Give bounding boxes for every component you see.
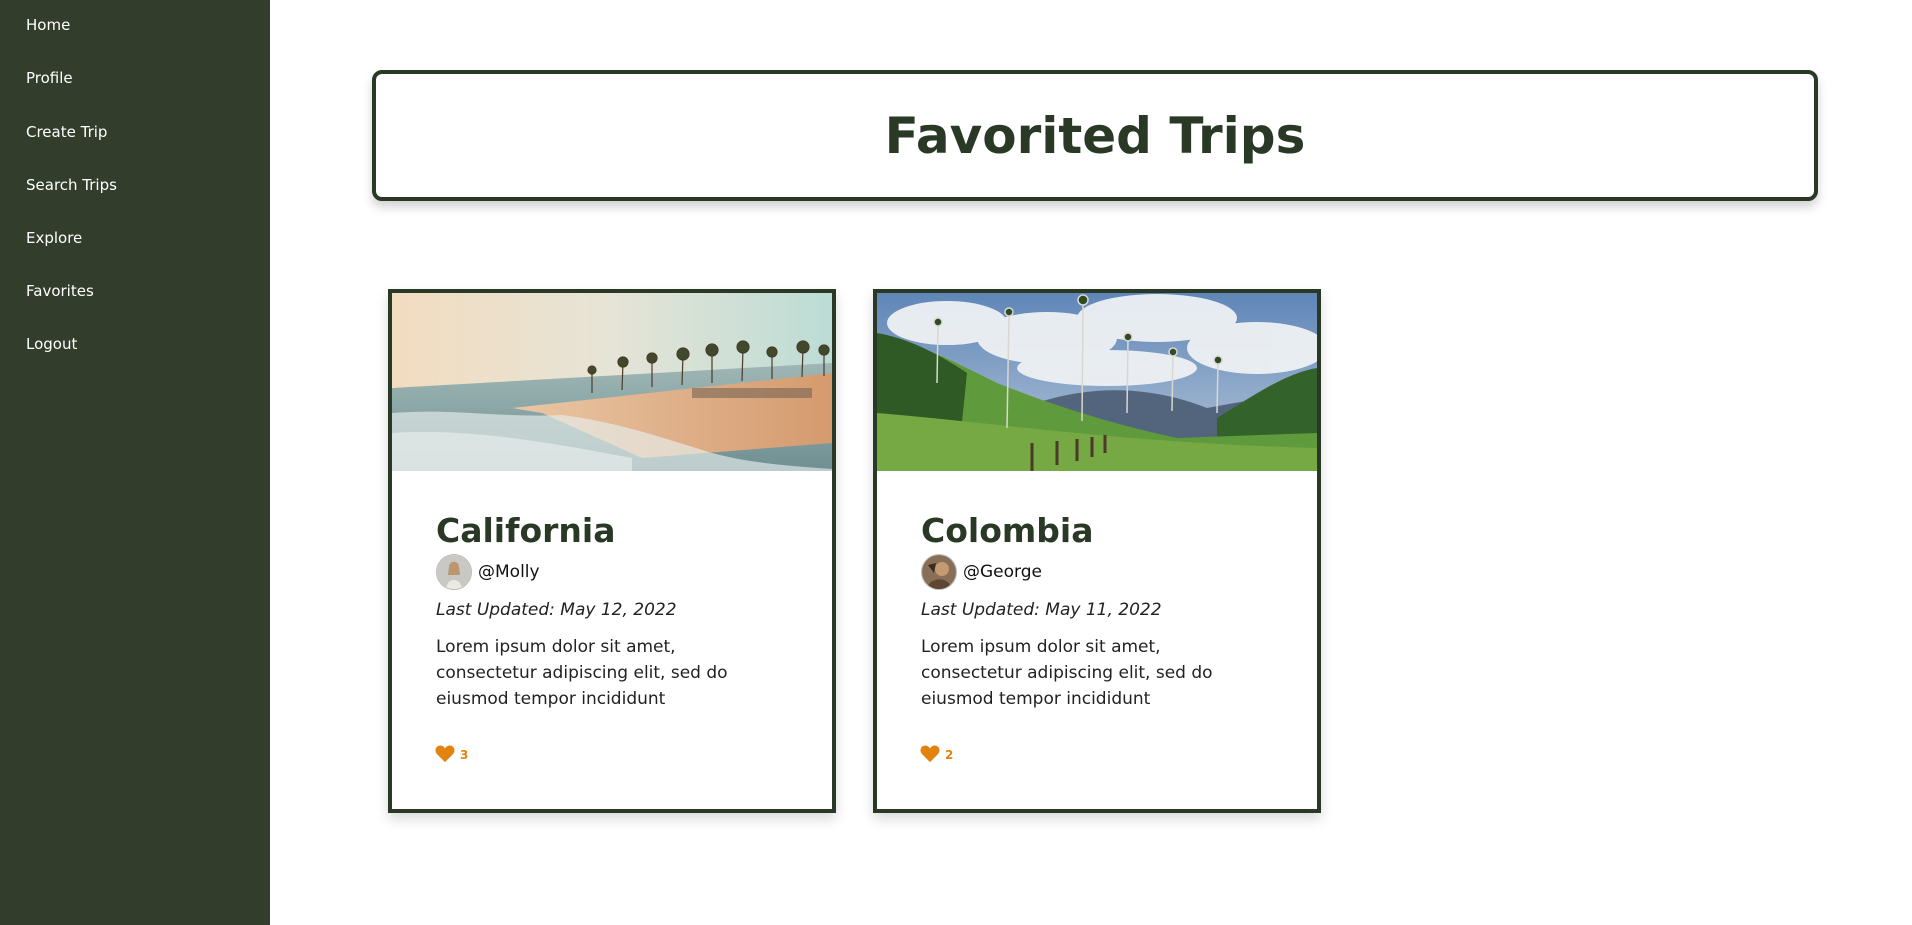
like-count: 3 (460, 748, 469, 762)
like-count: 2 (945, 748, 954, 762)
sidebar-item-search-trips[interactable]: Search Trips (26, 176, 117, 194)
sidebar-item-favorites[interactable]: Favorites (26, 282, 94, 300)
avatar (921, 554, 957, 590)
trip-image-beach (392, 293, 832, 471)
heart-icon (434, 743, 456, 767)
trip-card-colombia[interactable]: Colombia @George Last Updated: May 11, 2… (873, 289, 1321, 813)
trip-description: Lorem ipsum dolor sit amet, consectetur … (436, 637, 728, 709)
trip-title: Colombia (921, 511, 1094, 550)
sidebar-item-create-trip[interactable]: Create Trip (26, 123, 107, 141)
sidebar: Home Profile Create Trip Search Trips Ex… (0, 0, 270, 925)
trip-author[interactable]: @Molly (436, 554, 540, 590)
sidebar-item-logout[interactable]: Logout (26, 335, 77, 353)
sidebar-item-home[interactable]: Home (26, 16, 70, 34)
author-username: @Molly (478, 562, 540, 582)
heart-icon (919, 743, 941, 767)
page-title: Favorited Trips (884, 106, 1306, 165)
last-updated: Last Updated: May 12, 2022 (436, 600, 677, 620)
sidebar-item-explore[interactable]: Explore (26, 229, 82, 247)
like-button[interactable]: 2 (919, 743, 953, 767)
avatar (436, 554, 472, 590)
trip-author[interactable]: @George (921, 554, 1042, 590)
sidebar-item-profile[interactable]: Profile (26, 69, 73, 87)
trip-image-valley (877, 293, 1317, 471)
trip-description: Lorem ipsum dolor sit amet, consectetur … (921, 637, 1213, 709)
page-header: Favorited Trips (372, 70, 1818, 201)
author-username: @George (963, 562, 1042, 582)
like-button[interactable]: 3 (434, 743, 468, 767)
trip-title: California (436, 511, 616, 550)
last-updated: Last Updated: May 11, 2022 (921, 600, 1162, 620)
trip-card-california[interactable]: California @Molly Last Updated: May 12, … (388, 289, 836, 813)
